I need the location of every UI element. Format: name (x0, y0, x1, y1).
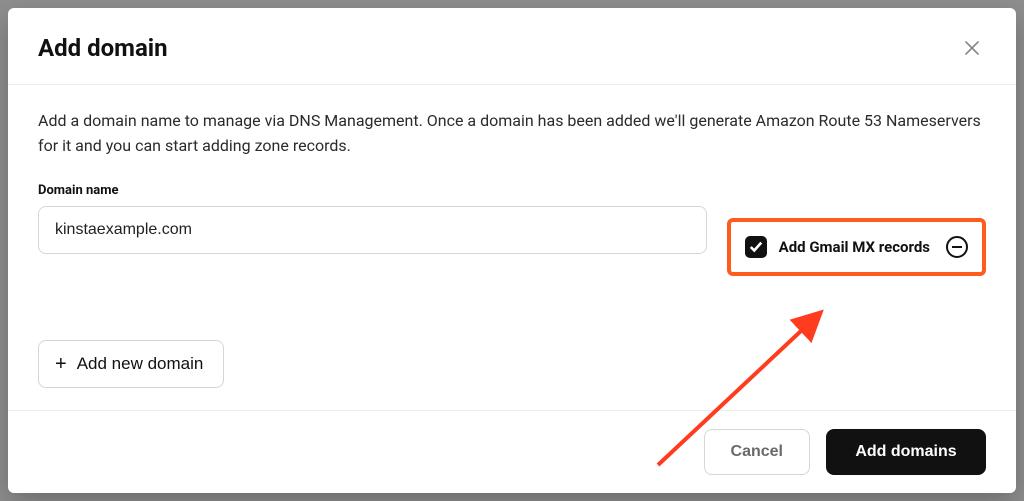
gmail-mx-highlight-box: Add Gmail MX records (727, 218, 986, 276)
domain-row: Add Gmail MX records (38, 206, 986, 276)
gmail-mx-checkbox[interactable] (745, 236, 767, 258)
close-button[interactable] (958, 34, 986, 62)
add-domain-modal: Add domain Add a domain name to manage v… (8, 8, 1016, 493)
modal-footer: Cancel Add domains (8, 410, 1016, 493)
gmail-mx-label: Add Gmail MX records (779, 238, 930, 256)
add-domains-label: Add domains (855, 443, 956, 461)
minus-icon (952, 246, 962, 248)
domain-name-input[interactable] (38, 206, 707, 254)
modal-title: Add domain (38, 34, 168, 62)
checkmark-icon (749, 240, 763, 254)
add-new-domain-label: Add new domain (77, 354, 204, 374)
add-domains-button[interactable]: Add domains (826, 429, 986, 475)
domain-name-label: Domain name (38, 183, 986, 198)
remove-domain-button[interactable] (946, 236, 968, 258)
cancel-button[interactable]: Cancel (704, 429, 810, 475)
plus-icon: + (55, 354, 67, 374)
add-new-domain-button[interactable]: + Add new domain (38, 340, 224, 388)
modal-header: Add domain (8, 8, 1016, 85)
modal-description: Add a domain name to manage via DNS Mana… (38, 109, 986, 159)
cancel-label: Cancel (731, 443, 783, 461)
close-icon (965, 41, 979, 55)
modal-body: Add a domain name to manage via DNS Mana… (8, 85, 1016, 410)
